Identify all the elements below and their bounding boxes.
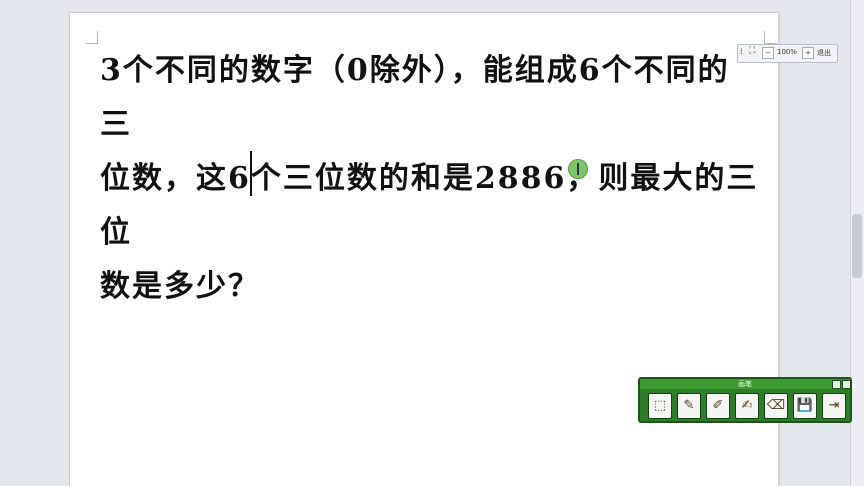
pen-tool-button[interactable]: ✎ — [677, 393, 701, 419]
pen-toolbar-title[interactable]: 画笔 — [640, 379, 850, 389]
close-icon[interactable] — [842, 380, 851, 389]
page-corner-mark-left — [85, 31, 98, 44]
ibeam-cursor-icon — [577, 163, 579, 175]
save-tool-button[interactable]: 💾 — [793, 393, 817, 419]
select-tool-button[interactable]: ⬚ — [648, 393, 672, 419]
exit-tool-button[interactable]: ⇥ — [822, 393, 846, 419]
eraser-tool-button[interactable]: ⌫ — [764, 393, 788, 419]
question-line-1: 3个不同的数字（0除外），能组成6个不同的三 — [100, 53, 730, 142]
pen-toolbar: 画笔 ⬚ ✎ ✐ ✍ ⌫ 💾 ⇥ — [638, 377, 852, 423]
highlighter-tool-button[interactable]: ✐ — [706, 393, 730, 419]
text-caret — [250, 151, 252, 196]
question-line-3: 数是多少？ — [100, 269, 260, 304]
zoom-out-button[interactable]: − — [762, 47, 774, 59]
zoom-level: 100% — [777, 48, 798, 56]
page-corner-mark-right — [764, 31, 777, 44]
question-line-2: 位数，这6个三位数的和是2886，则最大的三位 — [100, 161, 759, 250]
exit-fullscreen-button[interactable]: 退出 — [817, 48, 831, 58]
brush-tool-button[interactable]: ✍ — [735, 393, 759, 419]
fit-page-icon[interactable]: ⛶ — [749, 46, 755, 56]
zoom-toolbar: ⁞ ⛶ − 100% + 退出 — [737, 44, 838, 63]
mouse-cursor-indicator — [568, 159, 588, 179]
minimize-icon[interactable] — [832, 380, 841, 389]
question-text[interactable]: 3个不同的数字（0除外），能组成6个不同的三 位数，这6个三位数的和是2886，… — [100, 44, 760, 314]
scrollbar-thumb[interactable] — [852, 214, 862, 278]
zoom-in-button[interactable]: + — [802, 47, 814, 59]
handle-icon[interactable]: ⁞ — [740, 47, 743, 56]
